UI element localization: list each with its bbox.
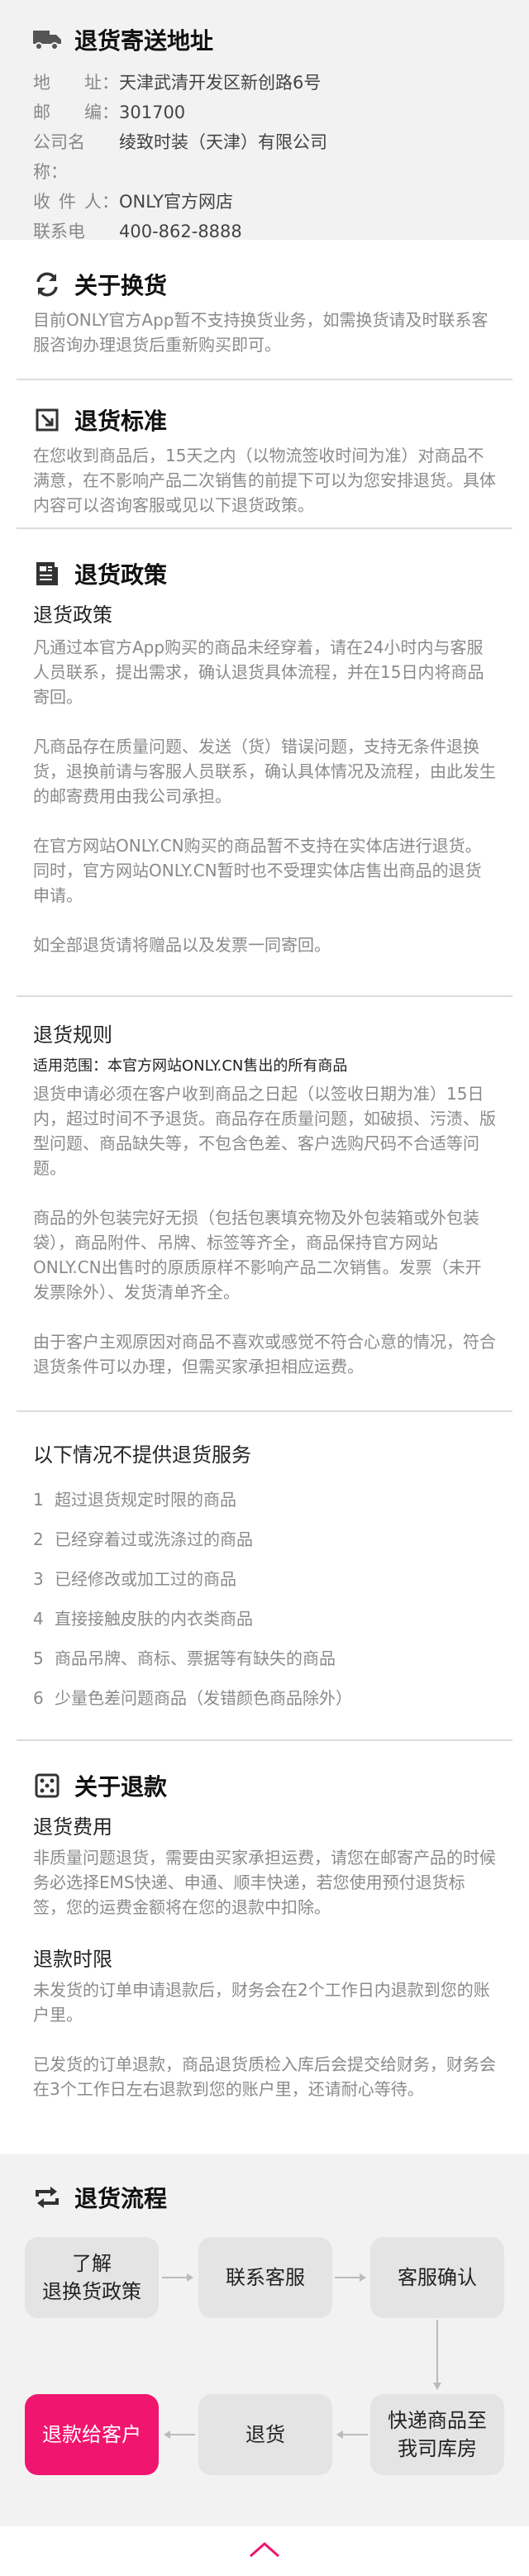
recipient-value: ONLY官方网店 bbox=[119, 192, 233, 212]
document-icon bbox=[33, 560, 61, 588]
section-title: 关于退款 bbox=[74, 1773, 168, 1801]
standard-text: 在您收到商品后，15天之内（以物流签收时间为准）对商品不满意，在不影响产品二次销… bbox=[33, 446, 496, 515]
address-row-recipient: 收件人： ONLY官方网店 bbox=[33, 187, 496, 217]
exchange-header: 关于换货 bbox=[0, 261, 529, 308]
arrow-right-icon bbox=[162, 2273, 193, 2282]
exclusions-list: 1 超过退货规定时限的商品 2 已经穿着过或洗涤过的商品 3 已经修改或加工过的商品 … bbox=[33, 1480, 496, 1718]
rules-section: 退货规则 适用范围：本官方网站ONLY.CN售出的所有商品 退货申请必须在客户收… bbox=[0, 997, 529, 1410]
rules-paragraph: 退货申请必须在客户收到商品之日起（以签收日期为准）15日内，超过时间不予退货。商… bbox=[33, 1084, 496, 1178]
list-item: 2 已经穿着过或洗涤过的商品 bbox=[33, 1529, 253, 1549]
refund-time-paragraph: 已发货的订单退款，商品退货质检入库后会提交给财务，财务会在3个工作日左右退款到您… bbox=[33, 2054, 496, 2099]
exclusions-section: 以下情况不提供退货服务 1 超过退货规定时限的商品 2 已经穿着过或洗涤过的商品 3… bbox=[0, 1412, 529, 1739]
cycle-icon bbox=[33, 2183, 61, 2211]
section-title: 关于换货 bbox=[74, 272, 168, 299]
exchange-text: 目前ONLY官方App暂不支持换货业务，如需换货请及时联系客服咨询办理退货后重新… bbox=[33, 310, 488, 355]
section-title: 退货政策 bbox=[74, 561, 168, 589]
recipient-label: 收件人： bbox=[33, 192, 119, 212]
refund-section: 关于退款 退货费用 非质量问题退货，需要由买家承担运费，请您在邮寄产品的时候务必… bbox=[0, 1741, 529, 2154]
standard-header: 退货标准 bbox=[0, 397, 529, 443]
refund-fee-subtitle: 退货费用 bbox=[33, 1815, 112, 1839]
address-list: 地址： 天津武清开发区新创路6号 邮编： 301700 公司名称： 绫致时装（天… bbox=[0, 63, 529, 240]
company-value: 绫致时装（天津）有限公司 bbox=[119, 132, 327, 152]
policy-body: 退货政策 凡通过本官方App购买的商品未经穿着，请在24小时内与客服人员联系，提… bbox=[0, 597, 529, 957]
refund-time-subtitle: 退款时限 bbox=[33, 1948, 112, 1971]
process-step-contact: 联系客服 bbox=[198, 2237, 332, 2318]
section-title: 退货寄送地址 bbox=[74, 27, 214, 55]
exchange-section: 关于换货 目前ONLY官方App暂不支持换货业务，如需换货请及时联系客服咨询办理… bbox=[0, 240, 529, 379]
refund-body: 退货费用 非质量问题退货，需要由买家承担运费，请您在邮寄产品的时候务必选择EMS… bbox=[0, 1809, 529, 2101]
rules-scope: 适用范围：本官方网站ONLY.CN售出的所有商品 bbox=[33, 1057, 348, 1075]
arrow-right-icon bbox=[335, 2273, 366, 2282]
rules-paragraph: 商品的外包装完好无损（包括包裹填充物及外包装箱或外包装袋），商品附件、吊牌、标签… bbox=[33, 1208, 482, 1302]
arrow-down-icon bbox=[433, 2320, 441, 2390]
arrow-left-icon bbox=[164, 2431, 195, 2439]
standard-section: 退货标准 在您收到商品后，15天之内（以物流签收时间为准）对商品不满意，在不影响… bbox=[0, 380, 529, 527]
refund-time-paragraph: 未发货的订单申请退款后，财务会在2个工作日内退款到您的账户里。 bbox=[33, 1980, 490, 2025]
section-title: 退货标准 bbox=[74, 408, 168, 435]
truck-icon bbox=[33, 26, 61, 54]
exchange-body: 目前ONLY官方App暂不支持换货业务，如需换货请及时联系客服咨询办理退货后重新… bbox=[0, 308, 529, 357]
process-step-policy: 了解 退换货政策 bbox=[25, 2237, 159, 2318]
list-item: 4 直接接触皮肤的内衣类商品 bbox=[33, 1609, 253, 1629]
policy-paragraph: 在官方网站ONLY.CN购买的商品暂不支持在实体店进行退货。同时，官方网站ONL… bbox=[33, 836, 482, 905]
policy-header: 退货政策 bbox=[0, 551, 529, 597]
chevron-up-icon[interactable] bbox=[248, 2540, 281, 2562]
process-step-return: 退货 bbox=[198, 2394, 332, 2475]
process-flow: 了解 退换货政策 联系客服 客服确认 快递商品至 我司库房 退货 退款给客户 bbox=[0, 2225, 529, 2520]
list-item: 3 已经修改或加工过的商品 bbox=[33, 1569, 236, 1589]
zip-value: 301700 bbox=[119, 103, 186, 122]
arrow-left-icon bbox=[336, 2431, 368, 2439]
address-label: 地址： bbox=[33, 73, 119, 93]
address-row-company: 公司名称： 绫致时装（天津）有限公司 bbox=[33, 127, 496, 187]
return-address-header: 退货寄送地址 bbox=[0, 17, 529, 63]
policy-paragraph: 如全部退货请将赠品以及发票一同寄回。 bbox=[33, 935, 331, 955]
process-step-ship: 快递商品至 我司库房 bbox=[370, 2394, 504, 2475]
section-title: 退货流程 bbox=[74, 2185, 168, 2212]
footer bbox=[0, 2526, 529, 2576]
list-item: 5 商品吊牌、商标、票据等有缺失的商品 bbox=[33, 1648, 336, 1668]
exchange-icon bbox=[33, 270, 61, 298]
process-step-refund: 退款给客户 bbox=[25, 2394, 159, 2475]
phone-value[interactable]: 400-862-8888 bbox=[119, 217, 496, 240]
list-item: 6 少量色差问题商品（发错颜色商品除外） bbox=[33, 1688, 352, 1708]
exclusions-title: 以下情况不提供退货服务 bbox=[33, 1443, 251, 1467]
standard-body: 在您收到商品后，15天之内（以物流签收时间为准）对商品不满意，在不影响产品二次销… bbox=[0, 443, 529, 518]
return-icon bbox=[33, 406, 61, 434]
address-row-street: 地址： 天津武清开发区新创路6号 bbox=[33, 68, 496, 98]
process-header: 退货流程 bbox=[0, 2174, 529, 2221]
address-row-zip: 邮编： 301700 bbox=[33, 98, 496, 127]
refund-fee-text: 非质量问题退货，需要由买家承担运费，请您在邮寄产品的时候务必选择EMS快递、申通… bbox=[33, 1848, 496, 1917]
rules-subtitle: 退货规则 bbox=[33, 1023, 112, 1047]
phone-label: 联系电话： bbox=[33, 222, 85, 240]
policy-section: 退货政策 退货政策 凡通过本官方App购买的商品未经穿着，请在24小时内与客服人… bbox=[0, 529, 529, 995]
rules-paragraph: 由于客户主观原因对商品不喜欢或感觉不符合心意的情况，符合退货条件可以办理，但需买… bbox=[33, 1332, 496, 1376]
process-section: 退货流程 了解 退换货政策 联系客服 客服确认 快递商品至 我司库房 退货 退款给客… bbox=[0, 2154, 529, 2526]
address-value: 天津武清开发区新创路6号 bbox=[119, 73, 322, 93]
rules-body: 退货规则 适用范围：本官方网站ONLY.CN售出的所有商品 退货申请必须在客户收… bbox=[0, 1020, 529, 1379]
zip-label: 邮编： bbox=[33, 103, 119, 122]
return-address-section: 退货寄送地址 地址： 天津武清开发区新创路6号 邮编： 301700 公司名称：… bbox=[0, 0, 529, 240]
company-label: 公司名称： bbox=[33, 132, 85, 182]
address-row-phone: 联系电话： 400-862-8888 bbox=[33, 217, 496, 240]
refund-header: 关于退款 bbox=[0, 1763, 529, 1809]
policy-subtitle: 退货政策 bbox=[33, 603, 112, 627]
exclusions-body: 以下情况不提供退货服务 1 超过退货规定时限的商品 2 已经穿着过或洗涤过的商品 3… bbox=[0, 1440, 529, 1718]
dice-icon bbox=[33, 1772, 61, 1800]
policy-paragraph: 凡通过本官方App购买的商品未经穿着，请在24小时内与客服人员联系，提出需求，确… bbox=[33, 637, 484, 707]
policy-paragraph: 凡商品存在质量问题、发送（货）错误问题，支持无条件退换货，退换前请与客服人员联系… bbox=[33, 737, 496, 806]
list-item: 1 超过退货规定时限的商品 bbox=[33, 1490, 236, 1510]
process-step-confirm: 客服确认 bbox=[370, 2237, 504, 2318]
